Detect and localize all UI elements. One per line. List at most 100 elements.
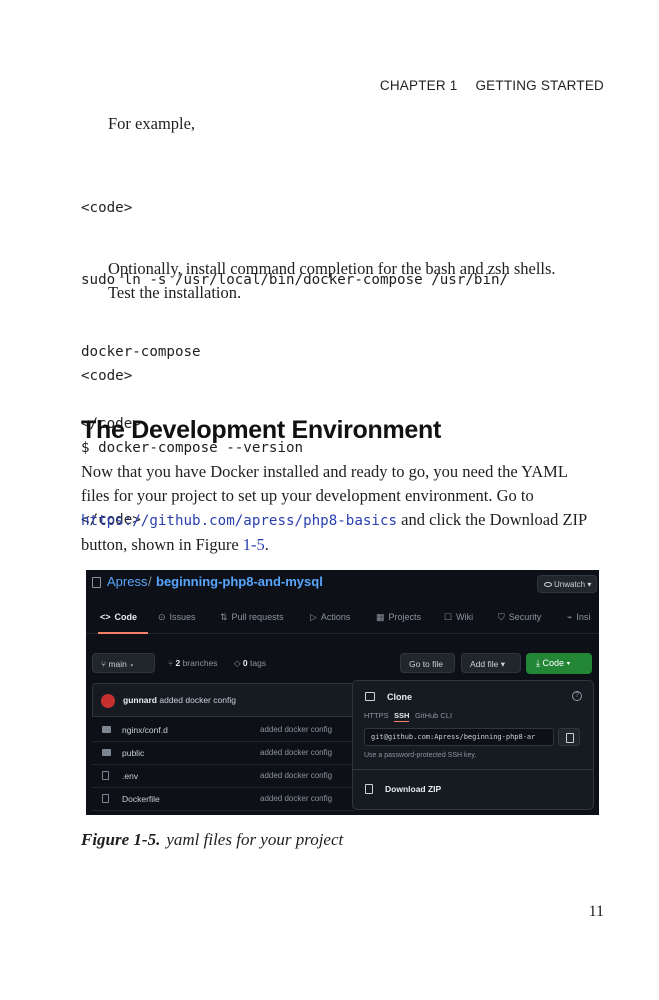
tab-label: Actions bbox=[320, 612, 351, 622]
file-commit-message[interactable]: added docker config bbox=[260, 748, 332, 757]
clone-url-input[interactable]: git@github.com:Apress/beginning-php8-ar bbox=[364, 728, 554, 746]
tab-label: Security bbox=[508, 612, 542, 622]
help-icon[interactable]: ? bbox=[572, 691, 582, 701]
actions-icon: ▷ bbox=[310, 612, 317, 622]
tab-label: Insi bbox=[576, 612, 591, 622]
file-commit-message[interactable]: added docker config bbox=[260, 725, 332, 734]
repo-name-link[interactable]: beginning-php8-and-mysql bbox=[156, 574, 323, 589]
latest-commit-row: gunnard added docker config bbox=[92, 683, 354, 717]
branches-label: branches bbox=[182, 658, 218, 668]
terminal-icon bbox=[365, 692, 375, 701]
commit-summary: gunnard added docker config bbox=[123, 695, 236, 705]
list-item[interactable]: .env added docker config bbox=[92, 765, 354, 788]
tab-label: Code bbox=[114, 612, 138, 622]
file-commit-message[interactable]: added docker config bbox=[260, 794, 332, 803]
folder-icon bbox=[102, 749, 111, 756]
chapter-label: CHAPTER 1 bbox=[379, 78, 458, 93]
zip-icon bbox=[365, 784, 373, 794]
add-file-label: Add file bbox=[470, 659, 499, 669]
pull-request-icon: ⇅ bbox=[220, 612, 228, 622]
tab-code[interactable]: <> Code bbox=[100, 612, 137, 622]
commit-message[interactable]: added docker config bbox=[159, 695, 236, 705]
paragraph-example: For example, bbox=[108, 114, 196, 133]
branch-select-button[interactable]: ⑂ main ▾ bbox=[92, 653, 155, 673]
repo-path-separator: / bbox=[148, 574, 152, 589]
text-line: button, shown in Figure 1-5. bbox=[81, 533, 601, 557]
unwatch-button[interactable]: Unwatch ▾ bbox=[537, 575, 597, 593]
file-commit-message[interactable]: added docker config bbox=[260, 771, 332, 780]
code-line: <code> bbox=[81, 200, 133, 216]
file-icon bbox=[102, 771, 109, 780]
file-icon bbox=[102, 794, 109, 803]
page-number: 11 bbox=[588, 903, 604, 920]
code-line: <code> bbox=[81, 368, 133, 384]
list-item[interactable]: public added docker config bbox=[92, 742, 354, 765]
repo-tabs: <> Code ⊙ Issues ⇅ Pull requests ▷ Actions ▦… bbox=[86, 606, 599, 634]
file-name[interactable]: nginx/conf.d bbox=[122, 725, 168, 735]
list-item[interactable]: Dockerfile added docker config bbox=[92, 788, 354, 811]
eye-icon bbox=[544, 582, 552, 588]
tag-icon: ◇ bbox=[234, 658, 241, 668]
tab-projects[interactable]: ▦ Projects bbox=[376, 612, 421, 623]
avatar bbox=[101, 694, 115, 708]
github-screenshot-figure: Apress / beginning-php8-and-mysql Unwatc… bbox=[86, 570, 599, 815]
tab-label: Issues bbox=[169, 612, 196, 622]
caption-text: yaml files for your project bbox=[166, 830, 344, 849]
list-item[interactable]: nginx/conf.d added docker config bbox=[92, 719, 354, 742]
repo-owner-link[interactable]: Apress bbox=[107, 574, 147, 589]
code-button-label: Code bbox=[542, 658, 564, 668]
text-line: Optionally, install command completion f… bbox=[108, 259, 556, 278]
tags-count: 0 bbox=[242, 658, 248, 668]
tab-label: Wiki bbox=[456, 612, 474, 622]
section-heading: The Development Environment bbox=[81, 416, 442, 444]
go-to-file-button[interactable]: Go to file bbox=[400, 653, 455, 673]
tab-security[interactable]: ⛉ Security bbox=[498, 612, 541, 623]
github-link[interactable]: https://github.com/apress/php8-basics bbox=[81, 513, 397, 529]
text-line: files for your project to set up your de… bbox=[81, 486, 534, 505]
figure-reference-link[interactable]: 1-5 bbox=[243, 535, 265, 554]
clone-dropdown-panel: Clone ? HTTPS SSH GitHub CLI git@github.… bbox=[352, 680, 594, 810]
tab-wiki[interactable]: ☐ Wiki bbox=[444, 612, 473, 623]
unwatch-label: Unwatch bbox=[554, 580, 586, 589]
file-name[interactable]: Dockerfile bbox=[122, 794, 160, 804]
chapter-title: GETTING STARTED bbox=[475, 78, 604, 93]
ssh-key-hint: Use a password-protected SSH key. bbox=[364, 752, 477, 759]
text-segment: button, shown in Figure bbox=[81, 535, 243, 554]
issues-icon: ⊙ bbox=[158, 612, 166, 622]
copy-icon[interactable] bbox=[558, 728, 580, 746]
protocol-tab-github-cli[interactable]: GitHub CLI bbox=[415, 711, 452, 720]
tags-label: tags bbox=[250, 658, 267, 668]
protocol-tab-https[interactable]: HTTPS bbox=[364, 711, 389, 720]
figure-label: Figure 1-5. bbox=[81, 830, 161, 849]
divider bbox=[353, 769, 593, 770]
wiki-icon: ☐ bbox=[444, 612, 453, 622]
file-list: gunnard added docker config nginx/conf.d… bbox=[92, 683, 354, 815]
text-line: Now that you have Docker installed and r… bbox=[81, 462, 568, 481]
file-name[interactable]: .env bbox=[122, 771, 138, 781]
tab-issues[interactable]: ⊙ Issues bbox=[158, 612, 196, 623]
code-dropdown-button[interactable]: ⤓ Code ▾ bbox=[526, 653, 592, 674]
tab-label: Pull requests bbox=[231, 612, 284, 622]
paragraph-optional-completion: Optionally, install command completion f… bbox=[108, 257, 556, 305]
protocol-tab-ssh[interactable]: SSH bbox=[394, 711, 410, 722]
tab-actions[interactable]: ▷ Actions bbox=[310, 612, 350, 623]
tab-insights[interactable]: ⌁ Insi bbox=[567, 612, 590, 623]
body-paragraph: Now that you have Docker installed and r… bbox=[81, 460, 601, 557]
figure-caption: Figure 1-5. yaml files for your project bbox=[81, 830, 343, 850]
shield-icon: ⛉ bbox=[498, 612, 505, 622]
file-name[interactable]: public bbox=[122, 748, 144, 758]
commit-author[interactable]: gunnard bbox=[123, 695, 157, 705]
folder-icon bbox=[102, 726, 111, 733]
active-tab-underline bbox=[98, 632, 148, 634]
tab-label: Projects bbox=[388, 612, 422, 622]
tags-link[interactable]: ◇ 0 tags bbox=[234, 658, 266, 669]
code-icon: <> bbox=[100, 612, 111, 622]
tab-pull-requests[interactable]: ⇅ Pull requests bbox=[220, 612, 284, 623]
graph-icon: ⌁ bbox=[567, 612, 573, 622]
add-file-button[interactable]: Add file ▾ bbox=[461, 653, 521, 673]
projects-icon: ▦ bbox=[376, 612, 385, 622]
download-zip-button[interactable]: Download ZIP bbox=[385, 784, 441, 794]
text-line: Test the installation. bbox=[108, 283, 242, 302]
text-segment: . bbox=[264, 535, 269, 554]
branches-link[interactable]: ⑂ 2 branches bbox=[168, 658, 218, 668]
